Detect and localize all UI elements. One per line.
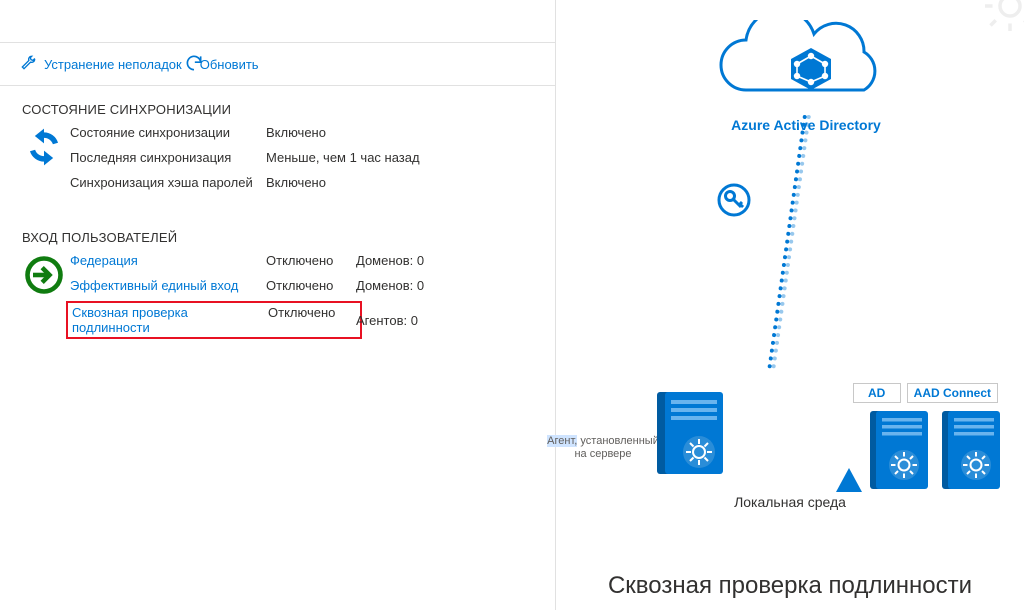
- signin-section-title: ВХОД ПОЛЬЗОВАТЕЛЕЙ: [22, 230, 533, 245]
- signin-section: ВХОД ПОЛЬЗОВАТЕЛЕЙ Федерация Отключено Д…: [0, 214, 555, 337]
- onprem-caption: Локальная среда: [556, 494, 1024, 510]
- label-aad-connect: AAD Connect: [907, 383, 998, 403]
- toolbar: Устранение неполадок Обновить: [0, 42, 555, 86]
- onprem-area: AD AAD Connect: [651, 375, 1014, 495]
- sync-section-title: СОСТОЯНИЕ СИНХРОНИЗАЦИИ: [22, 102, 533, 117]
- sync-state-value: Включено: [266, 125, 426, 140]
- server-labels: AD AAD Connect: [853, 383, 998, 403]
- sso-status: Отключено: [266, 278, 356, 293]
- federation-count: Доменов: 0: [356, 253, 446, 268]
- label-ad: AD: [853, 383, 901, 403]
- triangle-icon: [834, 466, 864, 497]
- sso-link[interactable]: Эффективный единый вход: [70, 278, 266, 293]
- sync-section: СОСТОЯНИЕ СИНХРОНИЗАЦИИ Состояние синхро…: [0, 86, 555, 190]
- diagram: Azure Active Directory Агент, установлен…: [556, 0, 1024, 610]
- troubleshoot-link[interactable]: Устранение неполадок: [44, 57, 182, 72]
- left-pane: Устранение неполадок Обновить СОСТОЯНИЕ …: [0, 0, 555, 610]
- sync-icon: [22, 125, 70, 172]
- footer-title: Сквозная проверка подлинности: [556, 572, 1024, 600]
- passthrough-status: Отключено: [268, 305, 358, 335]
- sso-count: Доменов: 0: [356, 278, 446, 293]
- agent-note: Агент, установленный на сервере: [538, 435, 668, 463]
- server-stack: [866, 405, 1004, 495]
- passthrough-link[interactable]: Сквозная проверка подлинности: [72, 305, 268, 335]
- agent-note-b: установленный: [580, 435, 658, 447]
- federation-link[interactable]: Федерация: [70, 253, 266, 268]
- agent-note-a: Агент,: [547, 435, 577, 447]
- key-icon: [716, 182, 752, 221]
- gear-coron-icon: [980, 0, 1024, 39]
- sync-hash-label: Синхронизация хэша паролей: [70, 175, 266, 190]
- refresh-link[interactable]: Обновить: [200, 57, 259, 72]
- federation-status: Отключено: [266, 253, 356, 268]
- passthrough-count: Агентов: 0: [356, 313, 446, 328]
- signin-icon: [22, 253, 70, 300]
- agent-server-icon: [651, 382, 729, 485]
- sync-state-label: Состояние синхронизации: [70, 125, 266, 140]
- dotted-connector-shadow: [771, 115, 811, 369]
- wrench-icon: [20, 55, 36, 74]
- sync-last-label: Последняя синхронизация: [70, 150, 266, 165]
- sync-hash-value: Включено: [266, 175, 426, 190]
- server-aadc-icon: [938, 405, 1004, 495]
- sync-last-value: Меньше, чем 1 час назад: [266, 150, 426, 165]
- agent-note-c: на сервере: [574, 448, 631, 460]
- root: Устранение неполадок Обновить СОСТОЯНИЕ …: [0, 0, 1024, 610]
- server-ad-icon: [866, 405, 932, 495]
- passthrough-highlight: Сквозная проверка подлинности Отключено: [66, 301, 362, 339]
- right-pane: Azure Active Directory Агент, установлен…: [555, 0, 1024, 610]
